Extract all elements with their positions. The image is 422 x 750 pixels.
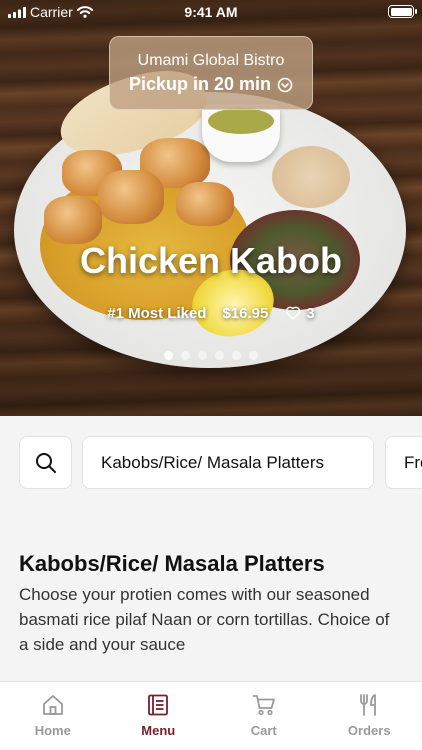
- carousel-dot[interactable]: [198, 351, 207, 360]
- restaurant-name: Umami Global Bistro: [137, 52, 285, 69]
- battery-icon: [388, 5, 417, 18]
- featured-item-title: Chicken Kabob: [79, 240, 343, 281]
- chicken-piece: [44, 196, 102, 244]
- likes-count[interactable]: 3: [284, 304, 315, 322]
- tab-home-label: Home: [34, 723, 71, 738]
- search-icon: [35, 452, 56, 473]
- tab-menu[interactable]: Menu: [106, 682, 212, 750]
- menu-icon: [148, 694, 169, 716]
- category-chip-kabobs[interactable]: Kabobs/Rice/ Masala Platters: [82, 436, 374, 489]
- carousel-dot[interactable]: [181, 351, 190, 360]
- tab-cart-label: Cart: [250, 723, 277, 738]
- search-button[interactable]: [19, 436, 72, 489]
- tab-menu-label: Menu: [141, 723, 176, 738]
- chicken-piece: [98, 170, 164, 224]
- sauce-cup-image: [202, 104, 280, 162]
- featured-item-meta: #1 Most Liked $16.95 3: [0, 304, 422, 322]
- hummus-image: [272, 146, 350, 208]
- home-icon: [42, 695, 63, 715]
- carousel-page-indicator[interactable]: [0, 351, 422, 360]
- carousel-dot[interactable]: [249, 351, 258, 360]
- featured-badge: #1 Most Liked: [107, 304, 207, 322]
- tab-cart[interactable]: Cart: [211, 682, 317, 750]
- location-selector[interactable]: Umami Global Bistro Pickup in 20 min: [109, 36, 313, 110]
- tab-home[interactable]: Home: [0, 682, 106, 750]
- chevron-down-circle-icon: [277, 77, 293, 92]
- utensils-icon: [360, 694, 377, 716]
- carousel-dot[interactable]: [232, 351, 241, 360]
- carousel-dot[interactable]: [215, 351, 224, 360]
- chicken-piece: [176, 182, 234, 226]
- category-chip-next[interactable]: Fre: [385, 436, 422, 489]
- tab-orders-label: Orders: [347, 723, 391, 738]
- carousel-dot[interactable]: [164, 351, 173, 360]
- cart-icon: [252, 695, 275, 716]
- heart-icon: [286, 306, 301, 320]
- section-divider: [0, 665, 422, 681]
- tab-orders[interactable]: Orders: [317, 682, 422, 750]
- featured-price: $16.95: [222, 304, 269, 322]
- menu-section: Kabobs/Rice/ Masala Platters Choose your…: [0, 512, 422, 665]
- pickup-time: Pickup in 20 min: [110, 74, 312, 95]
- bottom-tab-bar: Home Menu Cart Orders: [0, 681, 422, 750]
- category-bar[interactable]: Kabobs/Rice/ Masala Platters Fre: [0, 416, 422, 512]
- section-title: Kabobs/Rice/ Masala Platters: [19, 551, 325, 576]
- section-description: Choose your protien comes with our seaso…: [19, 585, 390, 654]
- likes-value: 3: [306, 304, 315, 322]
- pickup-label: Pickup in 20 min: [128, 74, 272, 94]
- status-bar: Carrier 9:41 AM: [0, 0, 422, 24]
- status-time: 9:41 AM: [184, 4, 238, 20]
- hero-banner[interactable]: Umami Global Bistro Pickup in 20 min Chi…: [0, 0, 422, 416]
